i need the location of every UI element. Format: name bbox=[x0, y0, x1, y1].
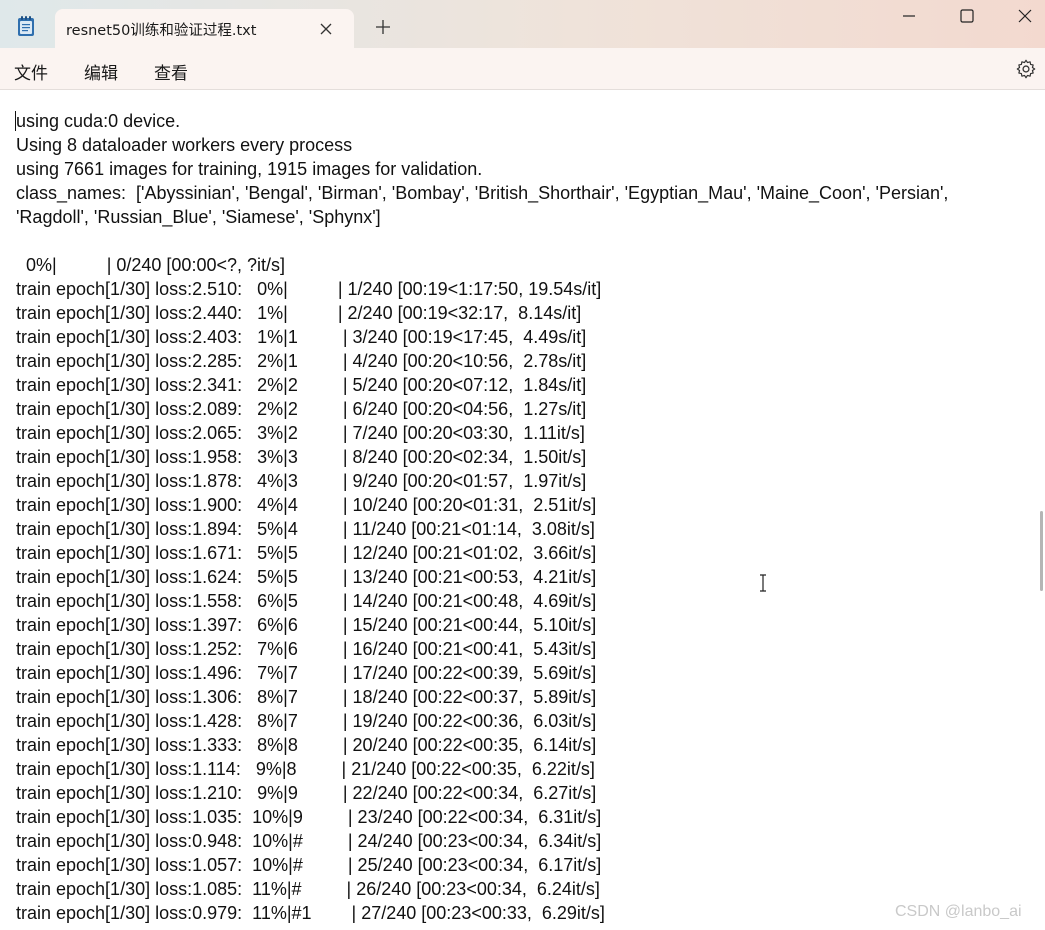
text-line: 'Ragdoll', 'Russian_Blue', 'Siamese', 'S… bbox=[16, 207, 381, 227]
text-line: train epoch[1/30] loss:2.510: 0%| | 1/24… bbox=[16, 279, 602, 299]
tab-document[interactable]: resnet50训练和验证过程.txt bbox=[55, 9, 354, 48]
text-line: train epoch[1/30] loss:2.440: 1%| | 2/24… bbox=[16, 303, 582, 323]
text-caret bbox=[15, 111, 16, 131]
scrollbar[interactable] bbox=[1040, 511, 1043, 591]
text-line: train epoch[1/30] loss:1.397: 6%|6 | 15/… bbox=[16, 615, 597, 635]
text-line: train epoch[1/30] loss:1.252: 7%|6 | 16/… bbox=[16, 639, 597, 659]
close-icon[interactable] bbox=[318, 21, 334, 37]
text-line: train epoch[1/30] loss:1.114: 9%|8 | 21/… bbox=[16, 759, 595, 779]
text-line: train epoch[1/30] loss:1.900: 4%|4 | 10/… bbox=[16, 495, 597, 515]
close-window-icon[interactable] bbox=[1015, 6, 1035, 26]
text-line: using cuda:0 device. bbox=[16, 111, 181, 131]
text-line: 0%| | 0/240 [00:00<?, ?it/s] bbox=[16, 255, 286, 275]
text-line: train epoch[1/30] loss:2.089: 2%|2 | 6/2… bbox=[16, 399, 587, 419]
text-editor[interactable]: using cuda:0 device. Using 8 dataloader w… bbox=[0, 91, 1045, 930]
text-line: train epoch[1/30] loss:1.306: 8%|7 | 18/… bbox=[16, 687, 597, 707]
text-line: train epoch[1/30] loss:1.428: 8%|7 | 19/… bbox=[16, 711, 597, 731]
text-line: train epoch[1/30] loss:1.558: 6%|5 | 14/… bbox=[16, 591, 597, 611]
text-line: train epoch[1/30] loss:1.624: 5%|5 | 13/… bbox=[16, 567, 597, 587]
text-line: train epoch[1/30] loss:1.057: 10%|# | 25… bbox=[16, 855, 602, 875]
menu-edit[interactable]: 编辑 bbox=[84, 59, 118, 84]
tab-title: resnet50训练和验证过程.txt bbox=[66, 23, 257, 39]
minimize-icon[interactable] bbox=[899, 6, 919, 26]
text-line: using 7661 images for training, 1915 ima… bbox=[16, 159, 483, 179]
title-bar: resnet50训练和验证过程.txt bbox=[0, 0, 1045, 48]
text-line: train epoch[1/30] loss:1.333: 8%|8 | 20/… bbox=[16, 735, 597, 755]
text-line: train epoch[1/30] loss:1.210: 9%|9 | 22/… bbox=[16, 783, 597, 803]
text-line: train epoch[1/30] loss:1.878: 4%|3 | 9/2… bbox=[16, 471, 587, 491]
text-line: train epoch[1/30] loss:1.085: 11%|# | 26… bbox=[16, 879, 600, 899]
notepad-icon bbox=[18, 16, 34, 36]
text-line: class_names: ['Abyssinian', 'Bengal', 'B… bbox=[16, 183, 949, 203]
text-line: train epoch[1/30] loss:1.671: 5%|5 | 12/… bbox=[16, 543, 597, 563]
maximize-icon[interactable] bbox=[957, 6, 977, 26]
text-line: train epoch[1/30] loss:0.979: 11%|#1 | 2… bbox=[16, 903, 605, 923]
menu-view[interactable]: 查看 bbox=[154, 59, 188, 84]
text-line: train epoch[1/30] loss:1.496: 7%|7 | 17/… bbox=[16, 663, 597, 683]
text-line: train epoch[1/30] loss:1.894: 5%|4 | 11/… bbox=[16, 519, 595, 539]
text-line: train epoch[1/30] loss:2.065: 3%|2 | 7/2… bbox=[16, 423, 585, 443]
text-line bbox=[16, 229, 1026, 253]
gear-icon[interactable] bbox=[1015, 58, 1037, 80]
text-line: train epoch[1/30] loss:1.035: 10%|9 | 23… bbox=[16, 807, 602, 827]
watermark: CSDN @lanbo_ai bbox=[895, 903, 1022, 920]
text-line: train epoch[1/30] loss:1.958: 3%|3 | 8/2… bbox=[16, 447, 587, 467]
text-cursor-icon bbox=[760, 574, 766, 592]
text-line: train epoch[1/30] loss:2.341: 2%|2 | 5/2… bbox=[16, 375, 587, 395]
text-line: train epoch[1/30] loss:2.403: 1%|1 | 3/2… bbox=[16, 327, 587, 347]
menu-bar: 文件 编辑 查看 bbox=[0, 48, 1045, 90]
text-line: Using 8 dataloader workers every process bbox=[16, 135, 353, 155]
menu-file[interactable]: 文件 bbox=[14, 59, 48, 84]
document-text[interactable]: using cuda:0 device. Using 8 dataloader w… bbox=[16, 109, 1026, 925]
text-line: train epoch[1/30] loss:2.285: 2%|1 | 4/2… bbox=[16, 351, 587, 371]
plus-icon[interactable] bbox=[375, 19, 391, 35]
text-line: train epoch[1/30] loss:0.948: 10%|# | 24… bbox=[16, 831, 602, 851]
